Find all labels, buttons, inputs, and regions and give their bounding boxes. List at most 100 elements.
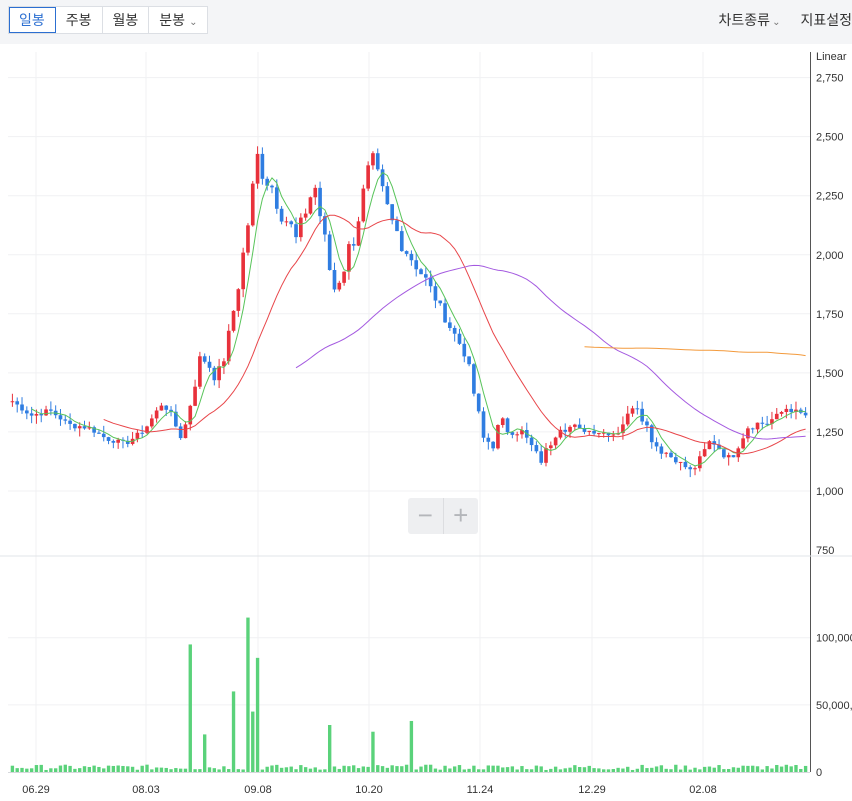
volume-bar <box>294 769 298 772</box>
volume-bar <box>265 766 269 772</box>
candle-body <box>428 277 433 287</box>
candle-body <box>44 409 48 416</box>
volume-bar <box>308 768 313 772</box>
candle-body <box>515 434 519 436</box>
candle-body <box>183 424 188 439</box>
candle-body <box>423 274 428 278</box>
volume-bar <box>227 769 231 772</box>
volume-bar <box>404 764 409 772</box>
volume-bar <box>794 764 798 772</box>
volume-tick-label: 0 <box>816 767 822 779</box>
candle-body <box>635 408 640 410</box>
volume-bar <box>106 765 111 772</box>
volume-bar <box>698 769 702 772</box>
scale-label: Linear <box>816 51 847 63</box>
candle-body <box>731 455 736 458</box>
volume-bar <box>92 765 96 772</box>
candle-body <box>178 426 183 439</box>
candle-body <box>587 430 592 432</box>
time-tick-label: 12.29 <box>578 784 606 796</box>
candle-body <box>284 221 289 223</box>
volume-bar <box>664 768 668 772</box>
tab-minute-label: 분봉 <box>159 12 186 28</box>
candle-body <box>101 433 106 438</box>
candle-body <box>678 461 683 463</box>
volume-bar <box>496 765 500 772</box>
moving-averages <box>31 171 806 467</box>
volume-bar <box>58 765 63 772</box>
candle-body <box>97 432 101 434</box>
volume-bar <box>39 764 43 772</box>
volume-bar <box>73 768 77 772</box>
price-tick-label: 2,250 <box>816 191 844 203</box>
volume-bar <box>135 769 140 772</box>
tab-monthly[interactable]: 월봉 <box>103 7 150 33</box>
price-tick-label: 1,750 <box>816 309 844 321</box>
zoom-out-button[interactable]: − <box>408 498 444 534</box>
candle-body <box>539 451 544 463</box>
volume-bar <box>68 765 72 772</box>
zoom-in-button[interactable]: + <box>444 498 479 534</box>
volume-bar <box>371 731 375 772</box>
volume-bar <box>645 768 649 772</box>
candle-body <box>563 429 568 432</box>
candle-body <box>34 414 39 416</box>
candle-body <box>553 437 558 446</box>
candle-body <box>573 424 577 427</box>
volume-bar <box>352 765 356 772</box>
volume-bar <box>49 768 53 772</box>
candle-body <box>611 434 616 436</box>
candle-body <box>702 449 707 457</box>
volume-bar <box>154 767 159 772</box>
time-tick-label: 10.20 <box>355 784 383 796</box>
candle-body <box>457 333 462 344</box>
volume-bar <box>510 766 515 772</box>
candle-body <box>707 441 712 450</box>
volume-bar <box>260 769 265 772</box>
volume-bar <box>207 767 212 772</box>
candle-body <box>246 225 250 253</box>
volume-bar <box>255 657 260 772</box>
volume-bar <box>553 766 558 772</box>
volume-bar <box>448 768 452 772</box>
candle-body <box>159 405 164 411</box>
volume-bar <box>361 766 366 772</box>
volume-bar <box>481 769 486 772</box>
volume-bar <box>82 766 87 772</box>
volume-bar <box>477 769 481 772</box>
volume-bar <box>140 765 144 772</box>
candle-body <box>486 437 491 442</box>
volume-bar <box>203 734 207 772</box>
candle-body <box>135 432 140 439</box>
stock-chart[interactable]: 2,750 2,500 2,250 2,000 1,750 1,500 1,250 1,000… <box>0 44 852 801</box>
candle-body <box>207 361 212 368</box>
candle-body <box>496 425 500 449</box>
tab-daily[interactable]: 일봉 <box>9 7 56 33</box>
volume-bar <box>251 711 255 772</box>
candle-body <box>462 343 467 357</box>
tab-minute[interactable]: 분봉 ⌄ <box>149 7 207 33</box>
volume-bar <box>611 769 615 772</box>
volume-bar <box>366 766 370 772</box>
candle-body <box>202 356 207 362</box>
tab-weekly[interactable]: 주봉 <box>56 7 103 33</box>
volume-bar <box>289 766 293 772</box>
chart-axes: 2,750 2,500 2,250 2,000 1,750 1,500 1,250 1,000… <box>0 51 852 796</box>
volume-bars <box>10 617 808 772</box>
volume-bar <box>409 720 414 772</box>
volume-bar <box>775 764 779 772</box>
volume-bar <box>303 767 308 772</box>
volume-bar <box>443 765 447 772</box>
chart-type-menu[interactable]: 차트종류 ⌄ <box>719 10 781 30</box>
candle-body <box>577 424 582 429</box>
indicator-settings-menu[interactable]: 지표설정 <box>800 10 852 30</box>
volume-bar <box>183 768 188 772</box>
volume-bar <box>784 764 789 772</box>
volume-bar <box>414 769 418 772</box>
candle-body <box>260 153 265 179</box>
volume-bar <box>424 764 428 772</box>
volume-bar <box>726 768 731 772</box>
volume-bar <box>505 767 510 772</box>
candle-body <box>789 408 794 412</box>
candle-body <box>491 441 495 449</box>
